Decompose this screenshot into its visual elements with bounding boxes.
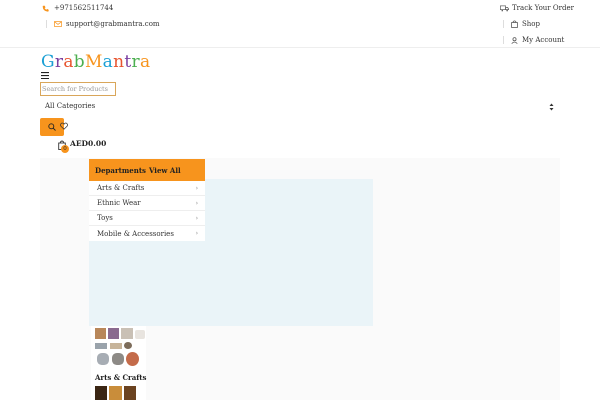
heart-icon[interactable] — [60, 122, 68, 130]
header-divider — [0, 47, 600, 48]
logo-letter: a — [63, 52, 74, 72]
product-thumbnail — [112, 353, 124, 365]
product-thumbnail — [108, 328, 119, 339]
department-item-label: Toys — [97, 214, 113, 222]
my-account-label: My Account — [522, 36, 565, 44]
department-item-mobile-accessories[interactable]: Mobile & Accessories › — [89, 226, 205, 241]
mail-icon — [54, 21, 62, 27]
cart-amount: AED0.00 — [70, 139, 107, 148]
chevron-right-icon: › — [195, 214, 198, 222]
product-thumbnail — [110, 343, 122, 349]
divider — [503, 20, 504, 28]
bag-icon — [511, 20, 518, 28]
track-order-link[interactable]: Track Your Order — [500, 4, 574, 12]
cart-count-badge: 0 — [61, 145, 69, 153]
my-account-link[interactable]: My Account — [503, 36, 564, 44]
department-item-arts-crafts[interactable]: Arts & Crafts › — [89, 181, 205, 196]
topbar-email[interactable]: support@grabmantra.com — [46, 20, 160, 28]
product-thumbnail — [124, 386, 136, 400]
logo-letter: a — [139, 52, 151, 72]
phone-icon — [42, 5, 49, 12]
topbar-phone[interactable]: +971562511744 — [42, 4, 113, 12]
product-thumbnail — [126, 352, 139, 366]
logo-letter: r — [131, 52, 140, 72]
user-icon — [511, 36, 518, 44]
divider — [503, 36, 504, 44]
department-item-label: Ethnic Wear — [97, 199, 141, 207]
chevron-updown-icon — [549, 103, 554, 111]
logo-letter: b — [73, 52, 85, 72]
menu-icon[interactable] — [41, 72, 49, 79]
cart-count: 0 — [63, 146, 67, 152]
department-item-ethnic-wear[interactable]: Ethnic Wear › — [89, 196, 205, 211]
logo-letter: a — [102, 52, 114, 72]
email-address: support@grabmantra.com — [66, 20, 160, 28]
chevron-right-icon: › — [195, 184, 198, 192]
product-thumbnail — [124, 342, 132, 349]
category-select[interactable]: All Categories — [41, 101, 555, 113]
product-thumbnail — [135, 330, 145, 339]
category-select-value: All Categories — [45, 102, 96, 110]
departments-title: Departments — [95, 165, 146, 175]
truck-icon — [500, 5, 509, 11]
featured-category-label: Arts & Crafts — [95, 373, 147, 382]
search-icon — [48, 123, 56, 131]
product-thumbnail — [109, 386, 122, 400]
logo-letter: M — [84, 52, 103, 72]
chevron-right-icon: › — [195, 199, 198, 207]
shop-label: Shop — [522, 20, 540, 28]
departments-header[interactable]: Departments View All — [89, 159, 205, 181]
product-thumbnail — [121, 328, 133, 339]
product-thumbnail — [97, 353, 109, 365]
track-order-label: Track Your Order — [512, 4, 574, 12]
department-item-toys[interactable]: Toys › — [89, 211, 205, 226]
product-thumbnail — [95, 386, 107, 400]
category-card-arts-crafts[interactable]: Arts & Crafts — [91, 326, 146, 400]
product-thumbnail — [95, 328, 106, 339]
product-thumbnail — [95, 343, 107, 349]
departments-view-all[interactable]: View All — [149, 166, 181, 175]
divider — [46, 20, 47, 28]
search-input[interactable] — [40, 82, 116, 96]
logo-letter: t — [124, 52, 132, 72]
department-item-label: Arts & Crafts — [97, 184, 145, 192]
shop-link[interactable]: Shop — [503, 20, 540, 28]
logo-letter: n — [113, 52, 125, 72]
cart-button[interactable]: 0 AED0.00 — [58, 138, 108, 154]
department-item-label: Mobile & Accessories — [97, 229, 174, 238]
departments-menu: Arts & Crafts › Ethnic Wear › Toys › Mob… — [89, 181, 205, 241]
logo-letter: G — [41, 52, 55, 72]
site-logo[interactable]: GrabMantra — [41, 52, 150, 72]
chevron-right-icon: › — [195, 230, 198, 237]
phone-number: +971562511744 — [54, 4, 114, 12]
